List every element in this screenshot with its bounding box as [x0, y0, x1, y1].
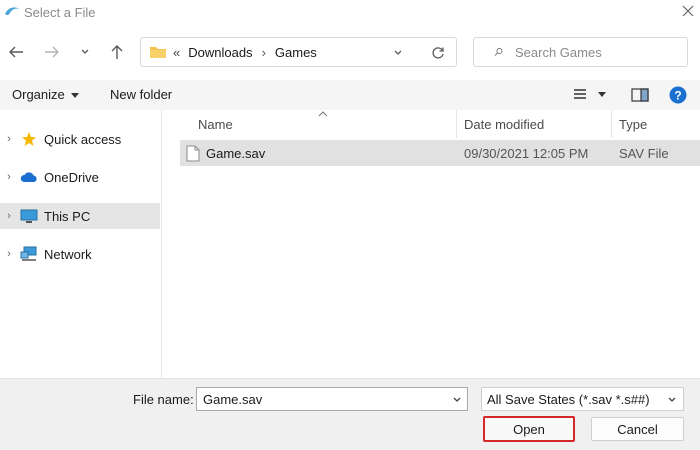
chevron-down-icon[interactable] [393, 49, 403, 57]
new-folder-button[interactable]: New folder [110, 87, 172, 102]
breadcrumb-separator-icon: › [261, 44, 266, 60]
column-header-type[interactable]: Type [619, 110, 699, 138]
close-icon[interactable] [681, 4, 695, 18]
breadcrumb-games[interactable]: Games [275, 45, 317, 60]
file-name: Game.sav [206, 145, 266, 161]
view-options-button[interactable] [573, 88, 607, 100]
preview-pane-icon[interactable] [631, 88, 649, 102]
arrow-up-icon [111, 45, 123, 59]
file-icon [186, 145, 200, 161]
window-title: Select a File [24, 5, 96, 20]
svg-text:?: ? [674, 89, 681, 103]
column-divider[interactable] [611, 110, 612, 138]
network-icon [20, 246, 38, 262]
chevron-right-icon[interactable]: › [0, 171, 18, 183]
nav-item-label: OneDrive [44, 169, 99, 185]
chevron-down-icon[interactable] [452, 396, 462, 404]
column-header-name[interactable]: Name [198, 110, 455, 138]
breadcrumb-downloads[interactable]: Downloads [188, 45, 252, 60]
file-type-value: All Save States (*.sav *.s##) [487, 391, 650, 407]
file-date-modified: 09/30/2021 12:05 PM [464, 145, 589, 161]
column-divider[interactable] [456, 110, 457, 138]
chevron-right-icon[interactable]: › [0, 133, 18, 145]
file-type-select[interactable]: All Save States (*.sav *.s##) [481, 387, 684, 411]
refresh-icon[interactable] [431, 46, 445, 60]
nav-item-label: This PC [44, 208, 91, 224]
star-icon [20, 131, 38, 147]
nav-item-label: Network [44, 246, 92, 262]
up-button[interactable] [106, 41, 128, 63]
organize-label: Organize [12, 87, 65, 102]
chevron-down-icon [668, 397, 676, 402]
chevron-right-icon[interactable]: › [0, 210, 18, 222]
file-row[interactable]: Game.sav 09/30/2021 12:05 PM SAV File [180, 140, 700, 166]
nav-item-this-pc[interactable]: › This PC [0, 203, 160, 229]
file-name-field[interactable] [196, 387, 468, 411]
cloud-icon [20, 169, 38, 185]
nav-item-label: Quick access [44, 131, 122, 147]
nav-item-quick-access[interactable]: › Quick access [0, 126, 160, 152]
open-button[interactable]: Open [483, 416, 575, 442]
caret-down-icon [598, 92, 606, 97]
nav-item-onedrive[interactable]: › OneDrive [0, 164, 160, 190]
search-input[interactable] [513, 43, 687, 61]
search-icon [494, 48, 503, 56]
arrow-left-icon [9, 46, 23, 58]
app-icon [5, 7, 19, 16]
address-overflow[interactable]: « [173, 45, 180, 60]
computer-icon [20, 208, 38, 224]
file-name-input[interactable] [201, 390, 445, 408]
help-icon[interactable]: ? [669, 86, 687, 104]
chevron-down-icon [81, 49, 89, 54]
forward-button[interactable] [41, 41, 63, 63]
caret-down-icon [70, 92, 79, 98]
search-box[interactable] [473, 37, 688, 67]
list-view-icon [574, 89, 586, 99]
column-header-date-modified[interactable]: Date modified [464, 110, 610, 138]
nav-item-network[interactable]: › Network [0, 241, 160, 267]
chevron-right-icon[interactable]: › [0, 248, 18, 260]
cancel-button[interactable]: Cancel [591, 417, 684, 441]
organize-menu[interactable]: Organize [12, 87, 80, 102]
file-type: SAV File [619, 145, 669, 161]
address-bar[interactable]: « Downloads › Games [140, 37, 457, 67]
back-button[interactable] [5, 41, 27, 63]
folder-icon [150, 47, 166, 58]
file-name-label: File name: [133, 392, 194, 407]
title-bar: Select a File [0, 0, 700, 28]
recent-locations-button[interactable] [76, 41, 94, 63]
arrow-right-icon [45, 46, 59, 58]
